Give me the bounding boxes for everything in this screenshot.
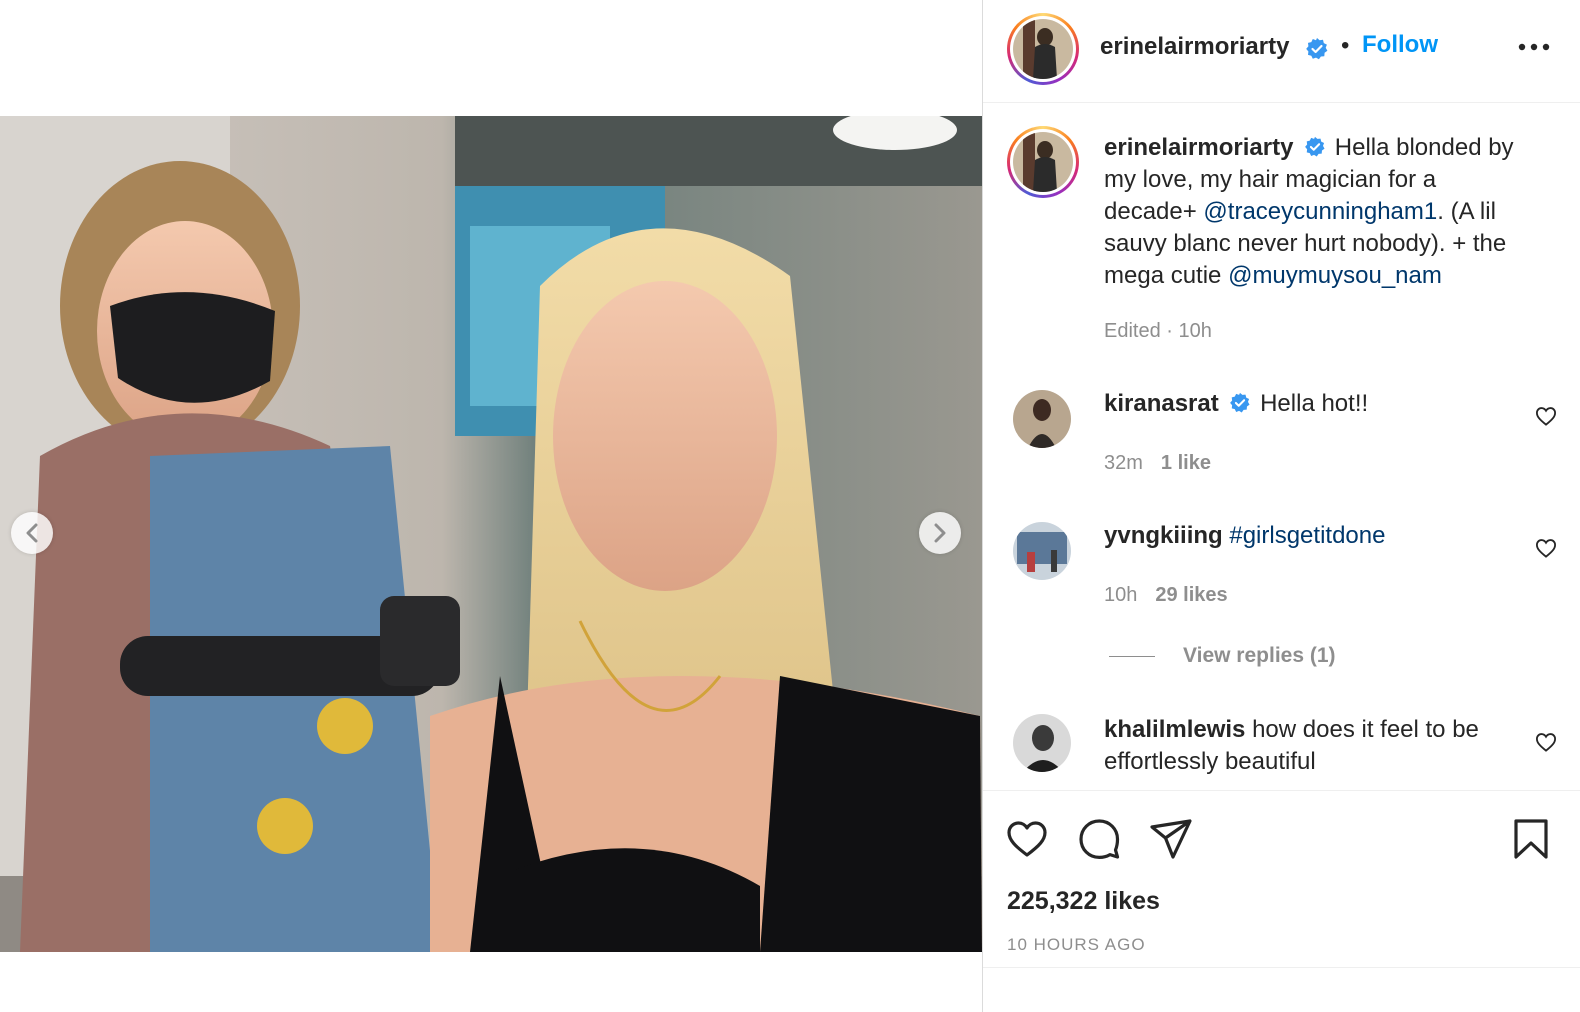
comment-heart-icon[interactable]: [1535, 538, 1557, 558]
avatar-ring-inner: [1010, 16, 1076, 82]
verified-badge-icon: [1306, 38, 1328, 60]
media-pane: [0, 0, 982, 1012]
commenter-avatar[interactable]: [1013, 390, 1071, 448]
author-avatar-image: [1013, 19, 1073, 79]
view-replies-line: [1109, 655, 1155, 657]
verified-badge-icon: [1305, 136, 1325, 157]
post-side-panel: erinelairmoriarty • Follow erinelairmori…: [982, 0, 1580, 1012]
comment-username[interactable]: yvngkiiing: [1104, 522, 1223, 549]
comment-text: khalilmlewis how does it feel to be effo…: [1104, 714, 1524, 778]
comment-meta: 10h 29 likes: [1104, 584, 1228, 607]
view-replies-button[interactable]: View replies (1): [1109, 644, 1336, 668]
comment-time: 32m: [1104, 452, 1143, 474]
commenter-avatar[interactable]: [1013, 522, 1071, 580]
comment-hashtag-link[interactable]: #girlsgetitdone: [1229, 522, 1385, 549]
comment-username[interactable]: khalilmlewis: [1104, 716, 1245, 743]
caption-author-avatar[interactable]: [1007, 126, 1079, 198]
header-separator: •: [1341, 32, 1350, 59]
post-photo[interactable]: [0, 116, 982, 952]
follow-button[interactable]: Follow: [1362, 31, 1438, 59]
comment-username[interactable]: kiranasrat: [1104, 390, 1219, 417]
comment-text: kiranasrat Hella hot!!: [1104, 388, 1524, 420]
post-photo-illustration: [0, 116, 982, 952]
caption-author-avatar-image: [1013, 132, 1073, 192]
caption-mention-link[interactable]: @muymuysou_nam: [1228, 262, 1442, 289]
chevron-right-icon: [934, 523, 946, 543]
caption-meta: Edited · 10h: [1104, 320, 1212, 342]
chevron-left-icon: [26, 523, 38, 543]
comment-heart-icon[interactable]: [1535, 732, 1557, 752]
comment-text: yvngkiiing #girlsgetitdone: [1104, 520, 1524, 552]
comment-body: Hella hot!!: [1260, 390, 1369, 417]
heart-icon[interactable]: [1005, 817, 1049, 861]
commenter-avatar[interactable]: [1013, 714, 1071, 772]
caption-mention-link[interactable]: @traceycunningham1: [1203, 198, 1437, 225]
likes-count[interactable]: 225,322 likes: [1007, 887, 1160, 916]
more-icon[interactable]: [1517, 40, 1551, 54]
comment-icon[interactable]: [1077, 817, 1121, 861]
comment-time: 10h: [1104, 584, 1138, 606]
comments-section[interactable]: erinelairmoriarty Hella blonded by my lo…: [983, 104, 1580, 790]
author-username[interactable]: erinelairmoriarty: [1100, 33, 1289, 61]
view-replies-label: View replies (1): [1183, 644, 1336, 667]
caption-text: erinelairmoriarty Hella blonded by my lo…: [1104, 132, 1534, 292]
comment-meta: 32m 1 like: [1104, 452, 1211, 475]
author-avatar[interactable]: [1007, 13, 1079, 85]
avatar-ring-inner: [1010, 129, 1076, 195]
bookmark-icon[interactable]: [1509, 817, 1553, 861]
caption-username[interactable]: erinelairmoriarty: [1104, 134, 1293, 161]
comment-likes[interactable]: 29 likes: [1155, 584, 1227, 606]
carousel-next-button[interactable]: [919, 512, 961, 554]
verified-badge-icon: [1230, 392, 1250, 413]
comment-heart-icon[interactable]: [1535, 406, 1557, 426]
post-timestamp[interactable]: 10 HOURS AGO: [1007, 935, 1146, 955]
post-actions: 225,322 likes 10 HOURS AGO: [983, 790, 1580, 968]
post-header: erinelairmoriarty • Follow: [983, 0, 1580, 103]
comment-likes[interactable]: 1 like: [1161, 452, 1211, 474]
share-icon[interactable]: [1149, 817, 1193, 861]
carousel-prev-button[interactable]: [11, 512, 53, 554]
